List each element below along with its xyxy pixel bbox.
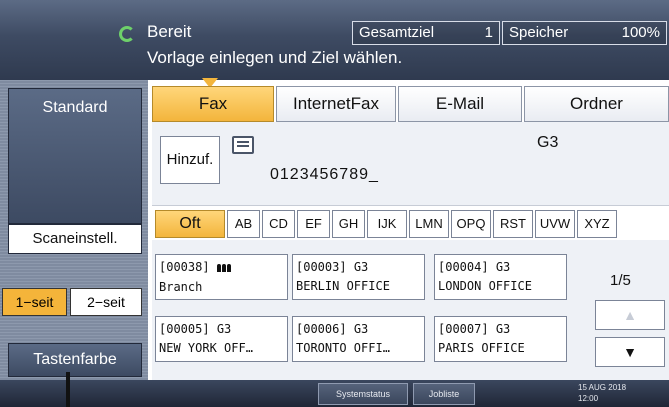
ready-status-icon	[119, 26, 135, 42]
entry-name: NEW YORK OFF…	[159, 341, 253, 355]
destination-type-tabs: Fax InternetFax E-Mail Ordner	[152, 86, 669, 122]
entry-name: LONDON OFFICE	[438, 279, 532, 293]
standard-label: Standard	[42, 99, 108, 116]
key-color-button[interactable]: Tastenfarbe	[8, 343, 142, 377]
index-tab-rst[interactable]: RST	[493, 210, 533, 238]
entry-type: G3	[495, 260, 511, 274]
line-type-label: G3	[537, 134, 559, 151]
index-tab-ab[interactable]: AB	[227, 210, 260, 238]
address-entry[interactable]: [00006] G3 TORONTO OFFI…	[292, 316, 425, 362]
index-tab-frequent[interactable]: Oft	[155, 210, 225, 238]
entry-id: [00038]	[159, 260, 210, 274]
index-tab-opq[interactable]: OPQ	[451, 210, 491, 238]
time-text: 12:00	[578, 394, 599, 403]
total-destinations-label: Gesamtziel	[359, 24, 435, 41]
entry-name: Branch	[159, 280, 203, 294]
address-entry[interactable]: [00005] G3 NEW YORK OFF…	[155, 316, 288, 362]
tab-email[interactable]: E-Mail	[398, 86, 522, 122]
fax-machine-icon	[232, 136, 254, 154]
index-tab-ef[interactable]: EF	[297, 210, 330, 238]
entry-id: [00006]	[296, 322, 347, 336]
entry-name: TORONTO OFFI…	[296, 341, 390, 355]
index-tab-uvw[interactable]: UVW	[535, 210, 575, 238]
destination-entry-area: Hinzuf. 0123456789_ G3	[152, 122, 669, 206]
entry-type: G3	[353, 322, 369, 336]
address-index-tabs: Oft AB CD EF GH IJK LMN OPQ RST UVW XYZ	[152, 210, 669, 238]
memory-value: 100%	[621, 24, 660, 41]
add-destination-button[interactable]: Hinzuf.	[160, 136, 220, 184]
address-entry[interactable]: [00003] G3 BERLIN OFFICE	[292, 254, 425, 300]
date-text: 15 AUG 2018	[578, 383, 627, 392]
fax-number-field[interactable]: 0123456789_	[270, 166, 379, 184]
tab-fax[interactable]: Fax	[152, 86, 274, 122]
tab-folder[interactable]: Ordner	[524, 86, 669, 122]
entry-id: [00004]	[438, 260, 489, 274]
entry-type: G3	[495, 322, 511, 336]
index-tab-xyz[interactable]: XYZ	[577, 210, 617, 238]
left-panel: Standard Scaneinstell. 1−seit 2−seit Tas…	[0, 80, 148, 380]
entry-name: BERLIN OFFICE	[296, 279, 390, 293]
two-sided-button[interactable]: 2−seit	[70, 288, 142, 316]
bottom-bar: Systemstatus Jobliste 15 AUG 2018 12:00	[0, 380, 669, 407]
group-icon	[216, 259, 232, 278]
scroll-down-button[interactable]: ▼	[595, 337, 665, 367]
scroll-up-button[interactable]: ▲	[595, 300, 665, 330]
address-entry[interactable]: [00038] Branch	[155, 254, 288, 300]
job-list-button[interactable]: Jobliste	[413, 383, 475, 405]
address-entry[interactable]: [00004] G3 LONDON OFFICE	[434, 254, 567, 300]
index-tab-lmn[interactable]: LMN	[409, 210, 449, 238]
entry-type: G3	[216, 322, 232, 336]
index-tab-gh[interactable]: GH	[332, 210, 365, 238]
page-indicator: 1/5	[610, 272, 631, 289]
status-text: Bereit	[147, 22, 192, 41]
entry-id: [00005]	[159, 322, 210, 336]
total-destinations-box: Gesamtziel 1	[352, 21, 500, 45]
one-sided-button[interactable]: 1−seit	[2, 288, 67, 316]
pointer-callout-line	[66, 372, 70, 407]
entry-id: [00003]	[296, 260, 347, 274]
address-list-area: [00038] Branch [00003] G3 BERLIN OFFICE …	[152, 240, 669, 380]
date-time-display: 15 AUG 2018 12:00	[578, 382, 626, 404]
total-destinations-value: 1	[484, 24, 493, 41]
address-entry[interactable]: [00007] G3 PARIS OFFICE	[434, 316, 567, 362]
memory-box: Speicher 100%	[502, 21, 667, 45]
entry-type: G3	[353, 260, 369, 274]
entry-id: [00007]	[438, 322, 489, 336]
instruction-text: Vorlage einlegen und Ziel wählen.	[147, 48, 403, 67]
tab-internetfax[interactable]: InternetFax	[276, 86, 396, 122]
status-header: Bereit Vorlage einlegen und Ziel wählen.…	[0, 0, 669, 80]
standard-button[interactable]: Standard	[8, 88, 142, 224]
scan-settings-button[interactable]: Scaneinstell.	[8, 224, 142, 254]
entry-name: PARIS OFFICE	[438, 341, 525, 355]
memory-label: Speicher	[509, 24, 569, 41]
index-tab-ijk[interactable]: IJK	[367, 210, 407, 238]
system-status-button[interactable]: Systemstatus	[318, 383, 408, 405]
index-tab-cd[interactable]: CD	[262, 210, 295, 238]
